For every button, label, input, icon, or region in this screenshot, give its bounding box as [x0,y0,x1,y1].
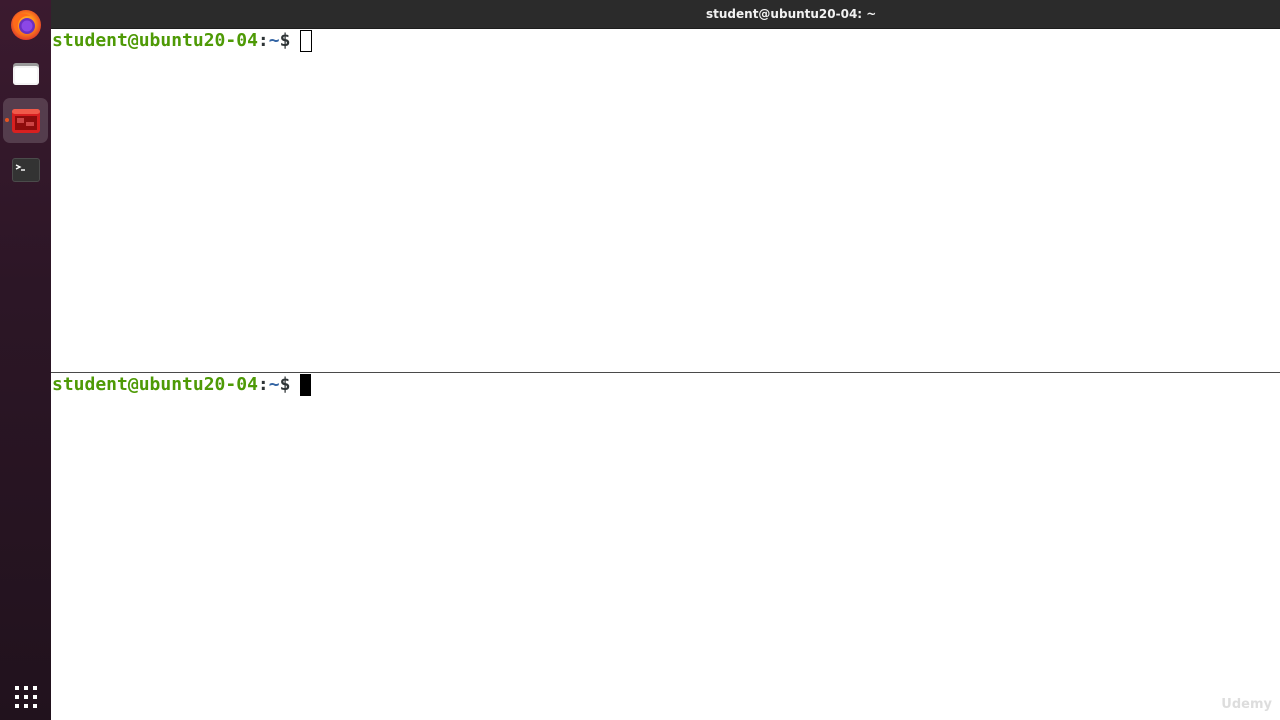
dock [0,0,51,720]
dock-item-terminal[interactable] [3,147,48,192]
running-indicator [5,118,9,122]
terminal-window: student@ubuntu20-04: ~ student@ubuntu20-… [51,0,1280,720]
terminal-red-icon [11,108,40,133]
window-title: student@ubuntu20-04: ~ [706,7,877,21]
prompt-separator: : [257,30,269,51]
terminal-icon [11,157,40,182]
udemy-watermark: Udemy [1221,697,1272,712]
cursor-inactive [300,30,313,52]
dock-item-terminal-running[interactable] [3,98,48,143]
prompt-line: student@ubuntu20-04: ~ $ [52,30,313,52]
prompt-line: student@ubuntu20-04: ~ $ [52,374,312,396]
prompt-path: ~ [268,30,280,51]
terminal-pane-bottom[interactable]: student@ubuntu20-04: ~ $ [51,373,1280,720]
prompt-separator: : [257,374,269,395]
apps-grid-icon[interactable] [13,684,39,710]
prompt-user-host: student@ubuntu20-04 [52,374,258,395]
files-icon [12,62,39,85]
prompt-dollar: $ [279,30,291,51]
desktop: student@ubuntu20-04: ~ student@ubuntu20-… [0,0,1280,720]
prompt-path: ~ [268,374,280,395]
dock-item-firefox[interactable] [3,2,48,47]
prompt-dollar: $ [279,374,291,395]
terminal-pane-top[interactable]: student@ubuntu20-04: ~ $ [51,29,1280,372]
firefox-icon [10,9,41,40]
cursor-active [300,374,312,396]
window-titlebar[interactable]: student@ubuntu20-04: ~ [51,0,1280,29]
dock-item-files[interactable] [3,51,48,96]
prompt-user-host: student@ubuntu20-04 [52,30,258,51]
